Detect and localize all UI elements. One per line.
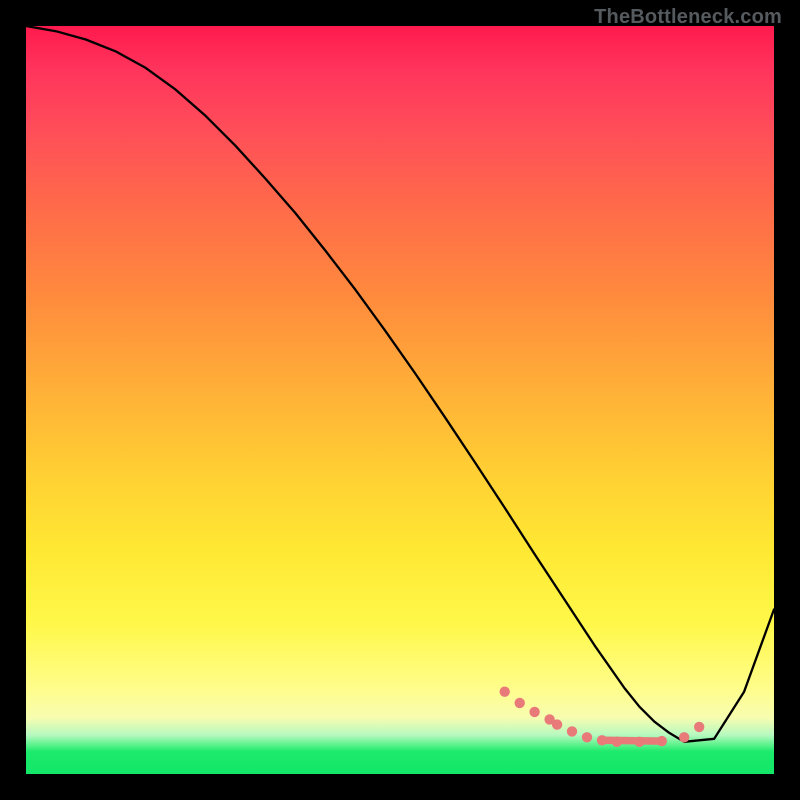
bottleneck-curve [26, 26, 774, 742]
optimal-dot [597, 735, 607, 745]
optimal-dot [679, 732, 689, 742]
optimal-dot [634, 737, 644, 747]
optimal-dot [500, 687, 510, 697]
chart-frame: TheBottleneck.com [0, 0, 800, 800]
optimal-dot [657, 736, 667, 746]
optimal-dot [515, 698, 525, 708]
optimal-dot [694, 722, 704, 732]
optimal-dot [567, 726, 577, 736]
optimal-dot [612, 737, 622, 747]
watermark-text: TheBottleneck.com [594, 6, 782, 29]
optimal-zone-dots [500, 687, 705, 748]
chart-svg [26, 26, 774, 774]
optimal-dot [552, 719, 562, 729]
optimal-dot [582, 732, 592, 742]
optimal-flat-segment [602, 740, 662, 741]
plot-area [26, 26, 774, 774]
optimal-dot [529, 707, 539, 717]
